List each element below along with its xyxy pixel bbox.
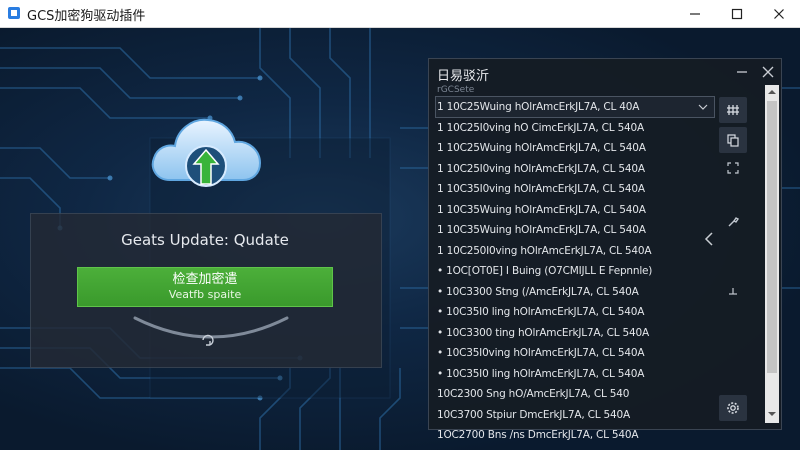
check-update-button[interactable]: 检查加密遣 Veatfb spaite [77, 267, 333, 307]
log-row[interactable]: 1 10C25I0ving hO CimcErkJL7A, CL 540A [435, 118, 717, 139]
settings-icon [727, 402, 739, 414]
refresh-icon [133, 316, 289, 346]
log-row[interactable]: • 10C3300 ting hOlrAmcErkJL7A, CL 540A [435, 323, 717, 344]
columns-button[interactable] [719, 97, 747, 123]
maximize-icon [731, 8, 743, 20]
log-row[interactable]: 1 10C35Wuing hOlrAmcErkJL7A, CL 540A [435, 220, 717, 241]
minimize-icon [690, 13, 700, 15]
log-panel-title: 日易驳沂 [437, 69, 490, 84]
copy-icon [727, 134, 739, 147]
maximize-button[interactable] [718, 0, 756, 28]
scroll-up-icon[interactable] [765, 85, 779, 99]
log-row[interactable]: • 10C35I0 ling hOlrAmcErkJL7A, CL 540A [435, 302, 717, 323]
pin-icon [729, 288, 737, 295]
cloud-upload-icon [151, 118, 262, 187]
log-row[interactable]: 1 10C25Wuing hOlrAmcErkJL7A, CL 40A [435, 97, 717, 118]
update-title: Geats Update: Qudate [121, 231, 289, 249]
log-row[interactable]: 1OC2300 Bns hOlrAmcErkJL7A, CL 540A [435, 446, 717, 450]
log-row[interactable]: • 1OC[OT0E] I Buing (O7CMIJLL E Fepnnle) [435, 261, 717, 282]
close-icon [774, 9, 784, 19]
copy-button[interactable] [719, 127, 747, 153]
window-title: GCS加密狗驱动插件 [27, 9, 146, 24]
log-list: 1 10C25Wuing hOlrAmcErkJL7A, CL 40A 1 10C… [435, 97, 717, 450]
scroll-down-icon[interactable] [765, 407, 779, 421]
expand-icon [727, 162, 739, 174]
log-row[interactable]: 1 10C25Wuing hOlrAmcErkJL7A, CL 540A [435, 138, 717, 159]
scroll-thumb[interactable] [767, 101, 777, 373]
wrench-button[interactable] [719, 209, 747, 235]
log-row[interactable]: 1 10C35I0ving hOlrAmcErkJL7A, CL 540A [435, 179, 717, 200]
log-row[interactable]: 1 10C250I0ving hOlrAmcErkJL7A, CL 540A [435, 241, 717, 262]
settings-button[interactable] [719, 395, 747, 421]
log-minimize-icon[interactable] [733, 63, 751, 81]
log-row[interactable]: 1 10C25I0ving hOlrAmcErkJL7A, CL 540A [435, 159, 717, 180]
log-scrollbar[interactable] [765, 85, 779, 423]
wrench-icon [728, 217, 740, 227]
log-toolbar [719, 95, 751, 425]
check-update-sublabel: Veatfb spaite [168, 288, 242, 301]
log-row[interactable]: • 10C35I0ving hOlrAmcErkJL7A, CL 540A [435, 343, 717, 364]
check-update-label: 检查加密遣 [172, 272, 238, 287]
pin-button[interactable] [719, 279, 747, 305]
close-button[interactable] [760, 0, 798, 28]
log-panel: 日易驳沂 rGCSete 1 10C25Wuing hOlrAmcErkJL7A… [428, 58, 782, 450]
title-bar: GCS加密狗驱动插件 [0, 0, 800, 28]
expand-button[interactable] [719, 155, 747, 181]
log-row[interactable]: 1OC2700 Bns /ns DmcErkJL7A, CL 540A [435, 425, 717, 446]
log-row[interactable]: 1 10C35Wuing hOlrAmcErkJL7A, CL 540A [435, 200, 717, 221]
log-close-icon[interactable] [759, 63, 777, 81]
log-panel-subtitle: rGCSete [437, 85, 475, 95]
minimize-button[interactable] [676, 0, 714, 28]
log-row[interactable]: 10C2300 Sng hO/AmcErkJL7A, CL 540 [435, 384, 717, 405]
log-row[interactable]: • 10C3300 Stng (/AmcErkJL7A, CL 540A [435, 282, 717, 303]
log-row[interactable]: 10C3700 Stpiur DmcErkJL7A, CL 540A [435, 405, 717, 426]
chevron-left-icon[interactable] [703, 231, 715, 247]
log-row[interactable]: • 10C35I0 ling hOlrAmcErkJL7A, CL 540A [435, 364, 717, 385]
columns-icon [727, 105, 739, 115]
app-icon [8, 7, 20, 19]
